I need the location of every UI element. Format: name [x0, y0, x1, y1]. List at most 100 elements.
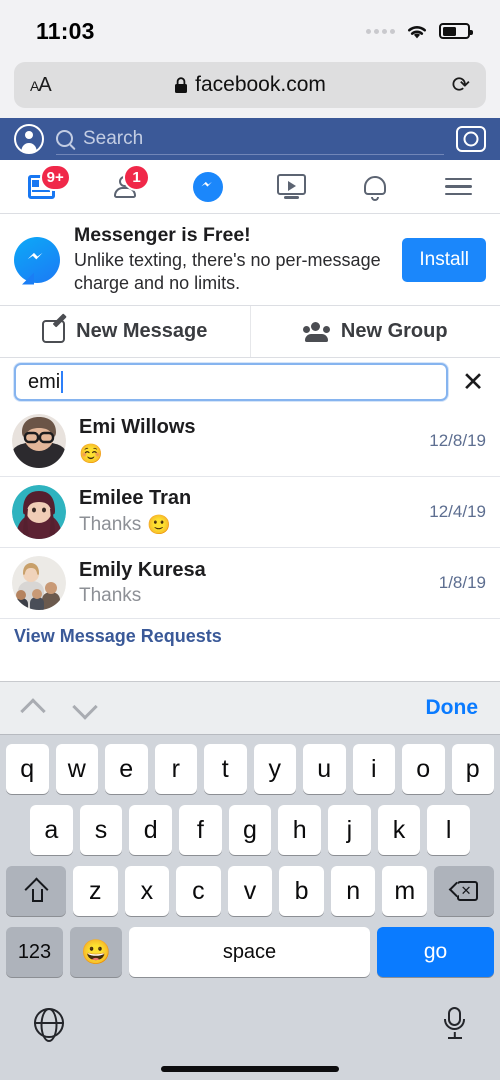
avatar	[12, 556, 66, 610]
keyboard-bottom-bar	[0, 988, 500, 1058]
key-v[interactable]: v	[227, 866, 273, 916]
backspace-key[interactable]: ✕	[434, 866, 495, 916]
news-feed-badge: 9+	[39, 164, 71, 191]
preview-emoji: 🙂	[147, 515, 171, 536]
key-x[interactable]: x	[124, 866, 170, 916]
shift-key[interactable]	[5, 866, 66, 916]
key-b[interactable]: b	[279, 866, 324, 916]
key-g[interactable]: g	[228, 805, 272, 855]
message-date: 12/8/19	[429, 431, 486, 450]
phone-screen: 11:03 AA facebook.com ⟳ Search 9+ 1 Mess…	[0, 0, 500, 1080]
key-i[interactable]: i	[352, 744, 395, 794]
backspace-key-icon: ✕	[448, 881, 478, 901]
key-k[interactable]: k	[377, 805, 421, 855]
key-w[interactable]: w	[55, 744, 98, 794]
hamburger-menu-icon	[444, 177, 472, 196]
space-key[interactable]: space	[129, 927, 370, 977]
status-indicators	[366, 22, 473, 41]
ios-keyboard: q w e r t y u i o p a s d f g h j k l z …	[0, 735, 500, 988]
keyboard-accessory-bar: Done	[0, 681, 500, 735]
search-icon	[56, 130, 73, 147]
home-indicator	[0, 1058, 500, 1080]
facebook-nav-tabs: 9+ 1	[0, 160, 500, 214]
key-p[interactable]: p	[451, 744, 494, 794]
shift-key-icon	[25, 880, 47, 902]
facebook-search-bar[interactable]: Search	[56, 123, 444, 155]
address-bar[interactable]: AA facebook.com ⟳	[14, 62, 486, 108]
camera-icon[interactable]	[456, 126, 486, 152]
new-group-button[interactable]: New Group	[249, 306, 500, 357]
safari-toolbar: AA facebook.com ⟳	[0, 62, 500, 118]
globe-key-icon[interactable]	[34, 1008, 64, 1038]
numbers-key[interactable]: 123	[6, 927, 63, 977]
search-input-value: emi	[28, 370, 61, 393]
clear-search-icon[interactable]: ✕	[460, 368, 486, 396]
list-item[interactable]: Emilee Tran Thanks 🙂 12/4/19	[0, 477, 500, 548]
nav-item-news-feed[interactable]: 9+	[0, 160, 83, 213]
key-u[interactable]: u	[303, 744, 346, 794]
keyboard-row-3: z x c v b n m ✕	[3, 866, 497, 916]
profile-avatar-icon[interactable]	[14, 124, 44, 154]
avatar	[12, 485, 66, 539]
done-button[interactable]: Done	[426, 696, 479, 720]
result-info: Emilee Tran Thanks 🙂	[79, 487, 416, 537]
key-j[interactable]: j	[328, 805, 371, 855]
new-group-label: New Group	[340, 320, 448, 342]
key-r[interactable]: r	[154, 744, 197, 794]
facebook-search-placeholder: Search	[83, 127, 144, 149]
result-info: Emily Kuresa Thanks	[79, 559, 426, 607]
key-m[interactable]: m	[382, 866, 428, 916]
status-time: 11:03	[36, 17, 95, 44]
nav-item-menu[interactable]	[417, 160, 500, 213]
key-e[interactable]: e	[105, 744, 148, 794]
nav-item-friend-requests[interactable]: 1	[83, 160, 166, 213]
search-input[interactable]: emi	[14, 363, 448, 401]
contact-name: Emilee Tran	[79, 487, 192, 509]
key-y[interactable]: y	[253, 744, 296, 794]
key-t[interactable]: t	[204, 744, 247, 794]
emoji-key[interactable]: 😀	[70, 927, 122, 977]
new-message-button[interactable]: New Message	[0, 306, 250, 357]
lock-icon	[175, 76, 188, 93]
key-q[interactable]: q	[6, 744, 49, 794]
keyboard-row-1: q w e r t y u i o p	[3, 744, 497, 794]
messenger-install-banner: Messenger is Free! Unlike texting, there…	[0, 214, 500, 306]
compose-actions-row: New Message New Group	[0, 306, 500, 358]
url-text: facebook.com	[195, 73, 326, 96]
video-watch-icon	[277, 174, 307, 199]
key-d[interactable]: d	[129, 805, 172, 855]
key-f[interactable]: f	[179, 805, 222, 855]
key-z[interactable]: z	[72, 866, 118, 916]
search-results-list: Emi Willows ☺️ 12/8/19 Emilee Tran Thank…	[0, 406, 500, 681]
chevron-up-icon[interactable]	[22, 697, 44, 719]
go-key[interactable]: go	[377, 927, 494, 977]
install-button[interactable]: Install	[402, 237, 486, 282]
messenger-icon	[193, 171, 224, 202]
key-o[interactable]: o	[402, 744, 445, 794]
friend-requests-badge: 1	[122, 164, 150, 191]
key-a[interactable]: a	[29, 805, 73, 855]
chevron-down-icon[interactable]	[74, 697, 96, 719]
key-c[interactable]: c	[176, 866, 221, 916]
microphone-key-icon[interactable]	[444, 1007, 466, 1039]
nav-item-watch[interactable]	[250, 160, 333, 213]
message-date: 12/4/19	[429, 502, 486, 521]
search-bar-row: emi ✕	[0, 358, 500, 406]
key-h[interactable]: h	[278, 805, 322, 855]
nav-item-messenger[interactable]	[167, 160, 250, 213]
message-preview: Thanks	[79, 585, 426, 607]
banner-title: Messenger is Free!	[74, 224, 251, 247]
facebook-header: Search	[0, 118, 500, 160]
nav-item-notifications[interactable]	[333, 160, 416, 213]
keyboard-row-4: 123 😀 space go	[3, 927, 497, 977]
battery-icon	[439, 23, 473, 39]
message-preview: Thanks 🙂	[79, 513, 416, 537]
list-item[interactable]: Emi Willows ☺️ 12/8/19	[0, 406, 500, 477]
messenger-logo-icon	[14, 236, 60, 283]
text-caret	[61, 371, 64, 393]
list-item[interactable]: Emily Kuresa Thanks 1/8/19	[0, 548, 500, 619]
key-l[interactable]: l	[427, 805, 471, 855]
key-n[interactable]: n	[330, 866, 376, 916]
view-message-requests-link[interactable]: View Message Requests	[0, 619, 500, 647]
key-s[interactable]: s	[79, 805, 123, 855]
